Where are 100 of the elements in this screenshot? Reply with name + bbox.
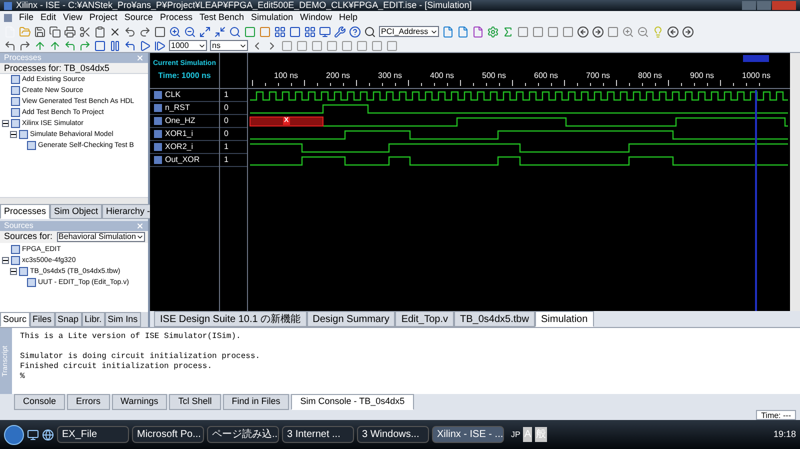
turn-icon[interactable] [64,40,76,52]
taskbar-button[interactable]: 3 Internet ... [282,426,354,443]
sources-dropdown[interactable]: Behavioral Simulation [56,232,145,242]
signal-name[interactable]: One_HZ [165,115,196,127]
print-icon[interactable] [64,26,76,38]
expander-icon[interactable] [2,120,9,127]
back-icon[interactable] [667,26,679,38]
menu-item[interactable]: File [19,10,34,24]
tab[interactable]: Simulation [534,311,594,327]
tab[interactable]: Design Summary [306,311,396,327]
start-button[interactable] [4,424,24,444]
sigma-icon[interactable] [502,26,514,38]
delete-icon[interactable] [109,26,121,38]
search-icon[interactable] [229,26,241,38]
step-icon[interactable] [4,40,16,52]
paste-icon[interactable] [94,26,106,38]
turn-icon[interactable] [79,40,91,52]
taskbar-button[interactable]: EX_File [57,426,129,443]
tab[interactable]: Sim Console - TB_0s4dx5 [291,394,414,410]
return-icon[interactable] [124,40,136,52]
grid-icon[interactable] [304,26,316,38]
taskbar-button[interactable]: Xilinx - ISE - ... [432,426,504,443]
cursor-marker[interactable] [743,55,769,62]
gear-icon[interactable] [487,26,499,38]
menu-item[interactable]: View [63,10,82,24]
wrench-icon[interactable] [334,26,346,38]
run-icon[interactable] [154,40,166,52]
tab[interactable]: Errors [67,394,110,410]
menu-item[interactable]: Window [300,10,332,24]
tab[interactable]: Files [30,312,55,327]
signal-name[interactable]: CLK [165,89,181,101]
back-icon[interactable] [577,26,589,38]
tab[interactable]: Sim Object [50,204,102,219]
console-line: % [20,372,26,382]
menu-item[interactable]: Source [124,10,153,24]
ruler-label: 200 ns [326,70,352,82]
vertical-scrollbar[interactable] [790,53,800,311]
zoom-out-icon[interactable] [637,26,649,38]
time-field[interactable]: 1000 [169,40,207,51]
search-dropdown[interactable]: PCI_Address [379,26,439,37]
menu-item[interactable]: Edit [40,10,56,24]
file-icon[interactable] [442,26,454,38]
tab[interactable]: Tcl Shell [169,394,221,410]
redo-icon[interactable] [139,26,151,38]
taskbar-button[interactable]: ページ読み込... [207,426,279,443]
signal-name[interactable]: n_RST [165,102,190,114]
zoom-in-icon[interactable] [169,26,181,38]
desktop-icon[interactable] [27,428,39,440]
edit-file-icon[interactable] [457,26,469,38]
arrow-up-icon[interactable] [49,40,61,52]
menu-item[interactable]: Help [339,10,358,24]
forward-icon[interactable] [592,26,604,38]
zoom-in-icon[interactable] [622,26,634,38]
signal-name[interactable]: Out_XOR [165,154,200,166]
tab[interactable]: Find in Files [222,394,290,410]
tab[interactable]: Console [14,394,66,410]
taskbar-button[interactable]: 3 Windows... [357,426,429,443]
menu-item[interactable]: Simulation [250,10,294,24]
cascade-icon[interactable] [274,26,286,38]
find-icon[interactable] [364,26,376,38]
taskbar-button[interactable]: Microsoft Po... [132,426,204,443]
tab[interactable]: Edit_Top.v [395,311,454,327]
check-file-icon[interactable] [472,26,484,38]
window-title: Xilinx - ISE - C:¥ANStek_Pro¥ans_P¥Project¥LEAP¥FPGA_Edit500E_DEMO_CLK¥FPGA_EDIT.ise - [Simulation] [16,0,472,11]
zoom-out-icon[interactable] [184,26,196,38]
cut-icon[interactable] [79,26,91,38]
expand-icon[interactable] [199,26,211,38]
browser-icon[interactable] [42,428,54,440]
checkbox-icon[interactable] [154,26,166,38]
scrollbar[interactable] [0,197,148,204]
tab[interactable]: Sourc [0,312,30,327]
help-icon[interactable] [349,26,361,38]
step-icon[interactable] [19,40,31,52]
panel-title: Processes [4,53,42,63]
language-indicator[interactable]: JP [511,428,520,440]
arrow-up-icon[interactable] [34,40,46,52]
tab[interactable]: Processes [0,204,50,219]
play-icon[interactable] [139,40,151,52]
forward-icon[interactable] [682,26,694,38]
undo-icon[interactable] [124,26,136,38]
tab[interactable]: TB_0s4dx5.tbw [454,311,535,327]
tab[interactable]: ISE Design Suite 10.1 の新機能 [154,311,307,327]
copy-icon[interactable] [49,26,61,38]
signal-name[interactable]: XOR2_i [165,141,194,153]
expander-icon[interactable] [10,131,17,138]
menu-item[interactable]: Project [89,10,118,24]
collapse-icon[interactable] [214,26,226,38]
pause-icon[interactable] [109,40,121,52]
signal-name[interactable]: XOR1_i [165,128,194,140]
tab[interactable]: Sim Ins [104,312,141,327]
tab[interactable]: Snap [54,312,82,327]
expander-icon[interactable] [2,257,9,264]
tab[interactable]: Libr. [82,312,105,327]
menu-item[interactable]: Process [160,10,192,24]
save-icon[interactable] [34,26,46,38]
expander-icon[interactable] [10,268,17,275]
menu-item[interactable]: Test Bench [199,10,244,24]
window-icon[interactable] [319,26,331,38]
unit-dropdown[interactable]: ns [210,40,248,51]
tab[interactable]: Warnings [112,394,168,410]
